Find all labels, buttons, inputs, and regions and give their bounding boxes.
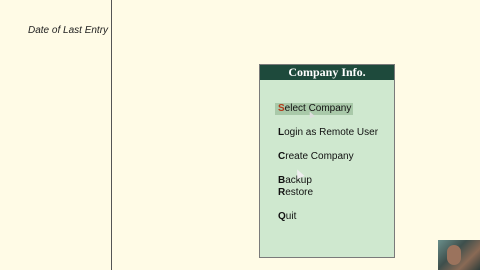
menu-item-label: uit <box>285 211 297 222</box>
menu-item-label: estore <box>285 187 314 198</box>
date-of-last-entry-label: Date of Last Entry <box>28 25 109 36</box>
menu-item-select-company[interactable]: Select Company <box>275 103 354 115</box>
hotkey-q: Q <box>278 211 286 222</box>
menu-item-label: elect Company <box>284 103 352 114</box>
presenter-face <box>447 245 461 265</box>
webcam-overlay <box>438 240 480 270</box>
menu-item-label: reate Company <box>285 151 354 162</box>
menu-item-label: ogin as Remote User <box>284 127 379 138</box>
menu-item-login-remote-user[interactable]: Login as Remote User <box>278 127 378 139</box>
menu-item-restore[interactable]: Restore <box>278 187 313 199</box>
company-info-menu: Company Info. Select Company Login as Re… <box>259 64 395 258</box>
hotkey-s: S <box>278 103 285 114</box>
menu-item-quit[interactable]: Quit <box>278 211 296 223</box>
menu-item-backup[interactable]: Backup <box>278 175 312 187</box>
vertical-divider <box>111 0 112 270</box>
menu-item-create-company[interactable]: Create Company <box>278 151 354 163</box>
menu-title: Company Info. <box>260 65 394 80</box>
